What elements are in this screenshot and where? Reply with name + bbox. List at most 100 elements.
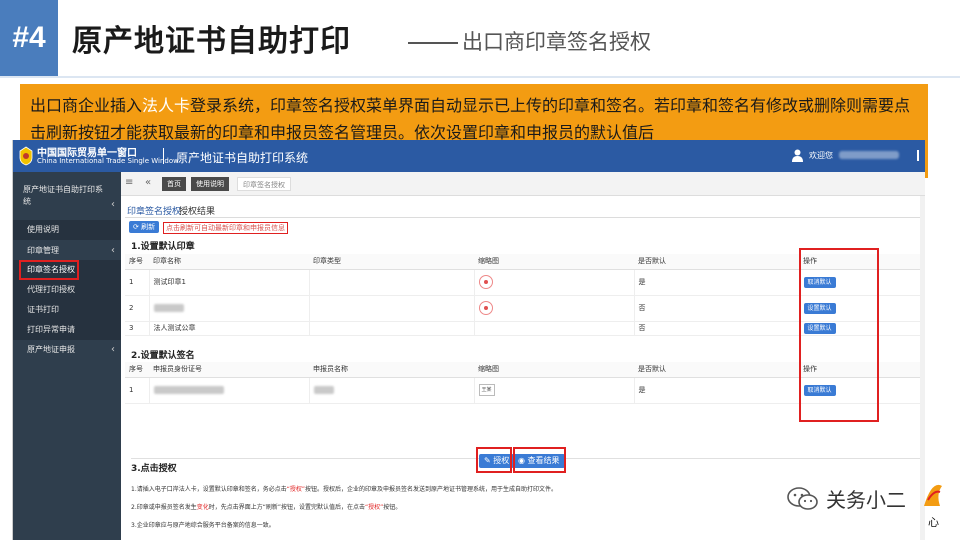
col-header: 申报员名称 — [309, 362, 474, 378]
row-number: 1 — [125, 269, 150, 296]
col-header: 申报员身份证号 — [149, 362, 309, 378]
logo-en: China International Trade Single Window — [37, 157, 179, 165]
hint-text: 时，先点击界面上方“刷新”按钮，设置完默认值后，在点击 — [208, 504, 365, 511]
logo-icon — [924, 484, 942, 506]
tabs-bar: ≡ « 首页 使用说明 印章签名授权 — [121, 172, 925, 196]
user-name-redacted — [839, 151, 899, 159]
emblem-icon — [19, 146, 33, 166]
wechat-icon — [787, 487, 818, 510]
menu-icon[interactable]: ≡ — [125, 177, 133, 188]
row-number: 2 — [125, 295, 150, 322]
tab-usage[interactable]: 使用说明 — [191, 177, 229, 191]
hint-red-text: “授权” — [364, 504, 384, 511]
declarant-name — [309, 377, 475, 404]
refresh-hint: 点击刷新可自动最新印章和申报员信息 — [163, 222, 288, 234]
watermark: 关务小二 — [786, 480, 936, 520]
hint-text: 2.印章或申报员签名发生 — [131, 504, 197, 511]
col-header: 是否默认 — [634, 254, 799, 270]
subtab-divider — [125, 217, 920, 218]
hint-text: 按钮。授权后，企业的印章及申报员签名发送到原产地证书管理系统，用于生成自助打印文… — [304, 486, 557, 493]
sidebar-item-seal-management[interactable]: 印章管理 ‹ — [13, 241, 121, 261]
signature-image: 王某 — [478, 384, 495, 396]
description-highlight: 法人卡 — [142, 96, 191, 115]
hint-text: 按钮。 — [383, 504, 402, 511]
seal-stamp-icon — [478, 301, 493, 315]
welcome-text: 欢迎您 — [809, 151, 833, 160]
seal-default: 否 — [634, 321, 800, 336]
hint-line-3: 3.企业印章应与原产地综合服务平台备案的信息一致。 — [131, 522, 275, 529]
row-number: 3 — [125, 321, 150, 336]
refresh-label: 刷新 — [141, 223, 156, 231]
highlight-box-sidebar — [19, 260, 79, 280]
watermark-text: 关务小二 — [826, 488, 906, 512]
seal-default: 否 — [634, 295, 800, 322]
sidebar: 原产地证书自助打印系统 ‹ 使用说明 印章管理 ‹ 印章签名授权 代理打印授权 … — [13, 172, 121, 540]
tab-seal-sign-auth[interactable]: 印章签名授权 — [237, 177, 291, 191]
redacted-text — [153, 304, 184, 312]
seal-stamp-icon — [478, 275, 493, 289]
highlight-box-actions — [799, 248, 879, 422]
signature-thumbnail: 王某 — [474, 377, 635, 404]
seal-default: 是 — [634, 269, 800, 296]
signature-default: 是 — [634, 377, 800, 404]
hint-red-text: 变化 — [196, 504, 209, 511]
app-topbar: 中国国际贸易单一窗口 China International Trade Sin… — [13, 140, 925, 172]
description-part1: 出口商企业插入 — [30, 96, 143, 115]
seal-type — [309, 295, 475, 322]
col-header: 缩略图 — [474, 254, 634, 270]
sidebar-item-origin-declare[interactable]: 原产地证申报 ‹ — [13, 340, 121, 360]
declarant-id — [149, 377, 310, 404]
double-chevron-left-icon[interactable]: « — [145, 177, 151, 188]
header-divider — [0, 76, 960, 78]
seal-thumbnail — [474, 269, 635, 296]
chevron-left-icon: ‹ — [111, 344, 115, 355]
sidebar-item-label: 原产地证申报 — [27, 345, 75, 354]
sidebar-item-usage[interactable]: 使用说明 — [13, 220, 121, 240]
col-header: 序号 — [125, 254, 149, 270]
seal-thumbnail — [474, 321, 635, 336]
subtab-auth-result[interactable]: 授权结果 — [179, 204, 215, 217]
highlight-box-grant — [476, 447, 512, 473]
seal-name: 法人测试公章 — [149, 321, 310, 336]
slide-subtitle: 出口商印章签名授权 — [462, 30, 651, 54]
section-badge: #4 — [0, 0, 58, 76]
subtab-seal-sign-auth[interactable]: 印章签名授权 — [127, 204, 182, 218]
sidebar-item-cert-print[interactable]: 证书打印 — [13, 300, 121, 320]
topbar-separator — [163, 148, 164, 164]
section-default-signature-title: 2.设置默认签名 — [131, 346, 911, 361]
redacted-text — [313, 386, 334, 394]
hint-line-2: 2.印章或申报员签名发生变化时，先点击界面上方“刷新”按钮，设置完默认值后，在点… — [131, 502, 401, 511]
sidebar-item-proxy-print-auth[interactable]: 代理打印授权 — [13, 280, 121, 300]
slide-subtitle-wrap: 出口商印章签名授权 — [408, 26, 651, 56]
chevron-left-icon: ‹ — [111, 245, 115, 256]
user-icon[interactable] — [792, 149, 803, 162]
seal-thumbnail — [474, 295, 635, 322]
col-header: 印章名称 — [149, 254, 309, 270]
row-number: 1 — [125, 377, 150, 404]
hint-red-text: “授权” — [286, 486, 305, 493]
logout-icon[interactable] — [917, 150, 919, 161]
hint-line-1: 1.请插入电子口岸法人卡，设置默认印章和签名，务必点击“授权”按钮。授权后，企业… — [131, 484, 557, 493]
seal-name: 测试印章1 — [149, 269, 310, 296]
slide: #4 原产地证书自助打印 出口商印章签名授权 出口商企业插入法人卡登录系统，印章… — [0, 0, 960, 540]
chevron-left-icon[interactable]: ‹ — [111, 199, 115, 210]
tab-home[interactable]: 首页 — [162, 177, 186, 191]
slide-title: 原产地证书自助打印 — [72, 24, 351, 59]
col-header: 印章类型 — [309, 254, 474, 270]
watermark-char: 心 — [928, 516, 939, 529]
hint-text: 1.请插入电子口岸法人卡，设置默认印章和签名，务必点击 — [131, 486, 287, 493]
section-default-seal-title: 1.设置默认印章 — [131, 242, 195, 252]
col-header: 序号 — [125, 362, 149, 378]
sidebar-item-print-exception[interactable]: 打印异常申请 — [13, 320, 121, 340]
sidebar-title: 原产地证书自助打印系统 — [23, 185, 103, 206]
col-header: 缩略图 — [474, 362, 634, 378]
redacted-text — [153, 386, 224, 394]
refresh-button[interactable]: ⟳ 刷新 — [129, 221, 160, 233]
seal-type — [309, 321, 475, 336]
subtitle-dash — [408, 42, 458, 44]
highlight-box-view — [513, 447, 566, 473]
system-title: 原产地证书自助打印系统 — [176, 151, 309, 165]
seal-type — [309, 269, 475, 296]
sidebar-item-label: 印章管理 — [27, 246, 59, 255]
seal-name — [149, 295, 310, 322]
